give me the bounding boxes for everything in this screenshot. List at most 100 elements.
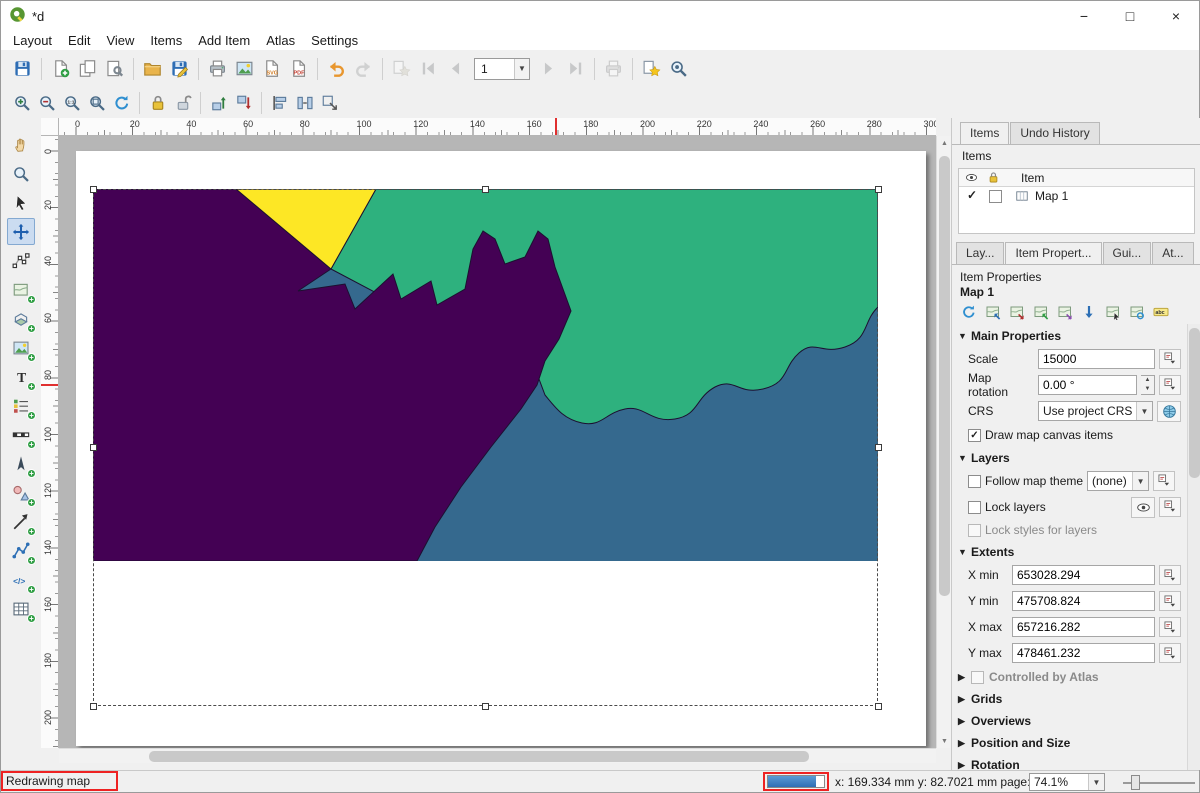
save-project[interactable] — [9, 55, 36, 82]
add-shape[interactable]: + — [7, 479, 35, 506]
new-layout[interactable] — [47, 55, 74, 82]
section-controlled-by-atlas[interactable]: ▶ Controlled by Atlas — [952, 666, 1187, 688]
labeling-settings[interactable]: abc — [1150, 301, 1171, 322]
minimize-button[interactable]: − — [1061, 1, 1107, 31]
lock-layers-checkbox[interactable] — [968, 501, 981, 514]
add-north-arrow[interactable]: + — [7, 450, 35, 477]
add-attribute-table[interactable]: + — [7, 595, 35, 622]
add-node-item[interactable]: + — [7, 537, 35, 564]
section-rotation[interactable]: ▶Rotation — [952, 754, 1187, 770]
zoom-out[interactable] — [34, 90, 59, 115]
spin-up-icon[interactable]: ▲ — [1141, 376, 1154, 385]
dock-tab-item-propert-[interactable]: Item Propert... — [1005, 242, 1101, 264]
duplicate-layout[interactable] — [74, 55, 101, 82]
selection-handle[interactable] — [875, 186, 882, 193]
set-map-scale-to-canvas[interactable] — [1030, 301, 1051, 322]
follow-map-theme-checkbox[interactable] — [968, 475, 981, 488]
map-theme-combo[interactable]: (none) ▼ — [1087, 471, 1149, 491]
selection-handle[interactable] — [875, 444, 882, 451]
align-selected-items[interactable] — [267, 90, 292, 115]
view-extent-in-canvas[interactable] — [1006, 301, 1027, 322]
extent-input-x-max[interactable] — [1012, 617, 1155, 637]
add-map[interactable]: + — [7, 276, 35, 303]
layout-page[interactable] — [76, 151, 926, 746]
scroll-down-arrow[interactable]: ▼ — [937, 734, 952, 748]
refresh-map-preview[interactable] — [958, 301, 979, 322]
extent-data-defined-button[interactable] — [1159, 591, 1181, 611]
draw-canvas-items-checkbox[interactable] — [968, 429, 981, 442]
interactively-edit-extent[interactable] — [1102, 301, 1123, 322]
extent-input-y-max[interactable] — [1012, 643, 1155, 663]
lock-styles-checkbox[interactable] — [968, 524, 981, 537]
unlock-all-items[interactable] — [170, 90, 195, 115]
rotation-spinner[interactable]: ▲▼ — [1141, 375, 1155, 395]
item-label[interactable]: Map 1 — [1035, 189, 1068, 203]
resize-items[interactable] — [317, 90, 342, 115]
dock-tab-lay-[interactable]: Lay... — [956, 242, 1004, 264]
close-button[interactable]: × — [1153, 1, 1199, 31]
update-map-preview[interactable] — [1126, 301, 1147, 322]
atlas-first-feature[interactable] — [415, 55, 442, 82]
layout-canvas[interactable] — [59, 136, 936, 748]
select-move-item[interactable] — [7, 189, 35, 216]
add-picture[interactable]: + — [7, 334, 35, 361]
section-overviews[interactable]: ▶Overviews — [952, 710, 1187, 732]
pan-layout[interactable] — [7, 131, 35, 158]
tab-items[interactable]: Items — [960, 122, 1009, 144]
lock-selected-items[interactable] — [145, 90, 170, 115]
lower-selected-items[interactable] — [231, 90, 256, 115]
map-rotation-input[interactable] — [1038, 375, 1137, 395]
theme-data-defined-button[interactable] — [1153, 471, 1175, 491]
menu-atlas[interactable]: Atlas — [258, 32, 303, 49]
zoom-in[interactable] — [9, 90, 34, 115]
zoom-layout[interactable] — [7, 160, 35, 187]
dock-tab-at-[interactable]: At... — [1152, 242, 1193, 264]
lock-layers-data-defined-button[interactable] — [1159, 497, 1181, 517]
menu-settings[interactable]: Settings — [303, 32, 366, 49]
atlas-settings[interactable] — [638, 55, 665, 82]
map-item[interactable] — [93, 189, 878, 706]
export-as-pdf[interactable]: PDF — [285, 55, 312, 82]
selection-handle[interactable] — [875, 703, 882, 710]
spin-down-icon[interactable]: ▼ — [1141, 385, 1154, 394]
edit-nodes-item[interactable] — [7, 247, 35, 274]
dock-tab-gui-[interactable]: Gui... — [1103, 242, 1152, 264]
selection-handle[interactable] — [90, 703, 97, 710]
select-crs-button[interactable] — [1157, 401, 1181, 422]
export-as-image[interactable] — [231, 55, 258, 82]
print-layout[interactable] — [204, 55, 231, 82]
item-visibility-check[interactable]: ✓ — [967, 188, 977, 202]
save-as-template[interactable] — [166, 55, 193, 82]
undo[interactable] — [323, 55, 350, 82]
tab-undo-history[interactable]: Undo History — [1010, 122, 1099, 144]
add-scale-bar[interactable]: + — [7, 421, 35, 448]
selection-handle[interactable] — [90, 444, 97, 451]
add-label[interactable]: T+ — [7, 363, 35, 390]
atlas-page-combo[interactable]: 1▼ — [474, 58, 530, 80]
menu-layout[interactable]: Layout — [5, 32, 60, 49]
scroll-up-arrow[interactable]: ▲ — [937, 136, 952, 150]
controlled-by-atlas-checkbox[interactable] — [971, 671, 984, 684]
refresh-view[interactable] — [109, 90, 134, 115]
crs-combo[interactable]: Use project CRS ▼ — [1038, 401, 1153, 421]
selection-handle[interactable] — [90, 186, 97, 193]
item-lock-checkbox[interactable] — [989, 190, 1002, 203]
atlas-previous-feature[interactable] — [442, 55, 469, 82]
section-position-and-size[interactable]: ▶Position and Size — [952, 732, 1187, 754]
add-html[interactable]: </>+ — [7, 566, 35, 593]
layout-manager[interactable] — [101, 55, 128, 82]
raise-selected-items[interactable] — [206, 90, 231, 115]
zoom-level-combo[interactable]: 74.1% ▼ — [1029, 773, 1105, 791]
section-layers[interactable]: ▼ Layers — [952, 446, 1187, 468]
add-arrow[interactable]: + — [7, 508, 35, 535]
section-extents[interactable]: ▼ Extents — [952, 540, 1187, 562]
item-row-map1[interactable]: ✓ Map 1 — [959, 187, 1194, 206]
zoom-full-extent[interactable] — [84, 90, 109, 115]
menu-add-item[interactable]: Add Item — [190, 32, 258, 49]
panel-scrollbar[interactable] — [1187, 324, 1200, 770]
set-map-extent-to-canvas[interactable] — [982, 301, 1003, 322]
add-3d-map[interactable]: + — [7, 305, 35, 332]
menu-view[interactable]: View — [98, 32, 142, 49]
selection-handle[interactable] — [482, 703, 489, 710]
scale-data-defined-button[interactable] — [1159, 349, 1181, 369]
